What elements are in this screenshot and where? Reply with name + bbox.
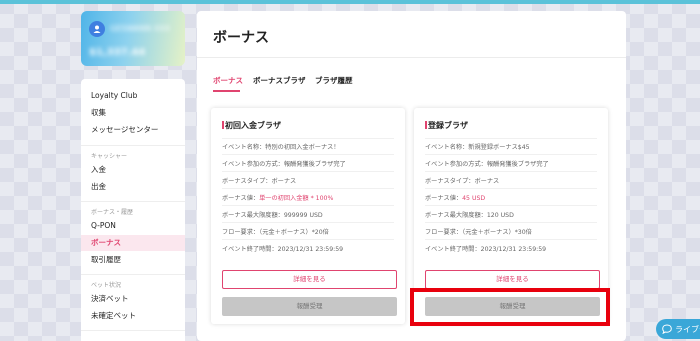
live-chat-label: ライブチ [675,324,700,334]
title-accent-bar [222,121,224,129]
row-divider [425,138,597,139]
sidebar-item-bonus[interactable]: ボーナス [81,235,185,251]
bonus-value-row: ボーナス値：単一の初回入金額 * 100% [222,195,334,202]
title-accent-bar [425,121,427,129]
row-divider [425,171,597,172]
row-divider [425,154,597,155]
row-divider [222,154,394,155]
row-divider [425,222,597,223]
live-chat-button[interactable]: ライブチ [656,319,700,339]
row-divider [222,171,394,172]
sidebar-item-transaction-history[interactable]: 取引履歴 [81,252,185,268]
account-name: GESWANN XXX [110,24,171,33]
active-tab-indicator [213,90,240,92]
row-divider [222,138,394,139]
sidebar-heading-bet-status: ベット状況 [91,282,122,289]
top-accent-bar [0,0,700,4]
bonus-value-row: ボーナス値：45 USD [425,195,486,202]
sidebar-menu: Loyalty Club 収集 メッセージセンター キャッシャー 入金 出金 ボ… [81,79,185,341]
sidebar-item-deposit[interactable]: 入金 [81,162,185,178]
row-divider [222,222,394,223]
sidebar-item-unsettled-bets[interactable]: 未確定ベット [81,308,185,324]
row-divider [425,205,597,206]
row-divider [222,188,394,189]
bonus-type-row: ボーナスタイプ：ボーナス [222,178,297,185]
account-balance: $1,337.44 [89,47,146,58]
sidebar-item-collection[interactable]: 収集 [81,105,185,121]
view-details-button[interactable]: 詳細を見る [425,270,600,289]
sidebar-item-settled-bets[interactable]: 決済ベット [81,291,185,307]
event-name-row: イベント名称：特別の初回入金ボーナス！ [222,144,340,151]
bonus-type-row: ボーナスタイプ：ボーナス [425,178,500,185]
tab-plaza-history[interactable]: ブラザ履歴 [315,75,353,86]
card-title: 初回入金ブラザ [222,120,281,131]
view-details-button[interactable]: 詳細を見る [222,270,397,289]
row-divider [425,239,597,240]
sidebar-item-message-center[interactable]: メッセージセンター [81,122,185,138]
account-card[interactable]: GESWANN XXX $1,337.44 [81,11,185,66]
participation-method-row: イベント参加の方式：報酬発獲後ブラザ完了 [425,161,549,168]
flow-requirement-row: フロー要求：（元金＋ボーナス）*30倍 [425,229,532,236]
user-icon [93,25,101,33]
receive-reward-button[interactable]: 報酬受理 [222,297,397,316]
sidebar-item-q-pon[interactable]: Q-PON [81,218,185,234]
page-title: ボーナス [213,30,269,46]
card-title: 登録ブラザ [425,120,468,131]
event-name-row: イベント名称：新規登録ボーナス$45 [425,144,530,151]
max-bonus-row: ボーナス最大限度額：120 USD [425,212,514,219]
row-divider [425,188,597,189]
sidebar-divider [81,201,185,202]
chat-bubble-icon [662,324,672,334]
sidebar-heading-cashier: キャッシャー [91,153,128,160]
row-divider [222,205,394,206]
sidebar-heading-bonus-history: ボーナス・履歴 [91,209,134,216]
event-end-time-row: イベント終了時間：2023/12/31 23:59:59 [425,246,547,253]
sidebar-divider [81,274,185,275]
bonus-value: 45 USD [462,195,486,202]
bonus-value: 単一の初回入金額 * 100% [259,195,334,202]
tab-bonus-plaza[interactable]: ボーナスブラザ [253,75,306,86]
sidebar-divider [81,145,185,146]
tab-bonus[interactable]: ボーナス [213,75,243,86]
participation-method-row: イベント参加の方式：報酬発獲後ブラザ完了 [222,161,346,168]
sidebar-divider [81,330,185,331]
row-divider [222,239,394,240]
sidebar-item-withdraw[interactable]: 出金 [81,179,185,195]
highlight-annotation-box [410,288,610,326]
flow-requirement-row: フロー要求：（元金＋ボーナス）*20倍 [222,229,329,236]
bonus-card-first-deposit: 初回入金ブラザ イベント名称：特別の初回入金ボーナス！ イベント参加の方式：報酬… [211,108,405,324]
max-bonus-row: ボーナス最大限度額：999999 USD [222,212,323,219]
avatar [89,21,105,37]
title-divider [197,57,626,58]
sidebar-item-loyalty-club[interactable]: Loyalty Club [81,88,185,104]
event-end-time-row: イベント終了時間：2023/12/31 23:59:59 [222,246,344,253]
